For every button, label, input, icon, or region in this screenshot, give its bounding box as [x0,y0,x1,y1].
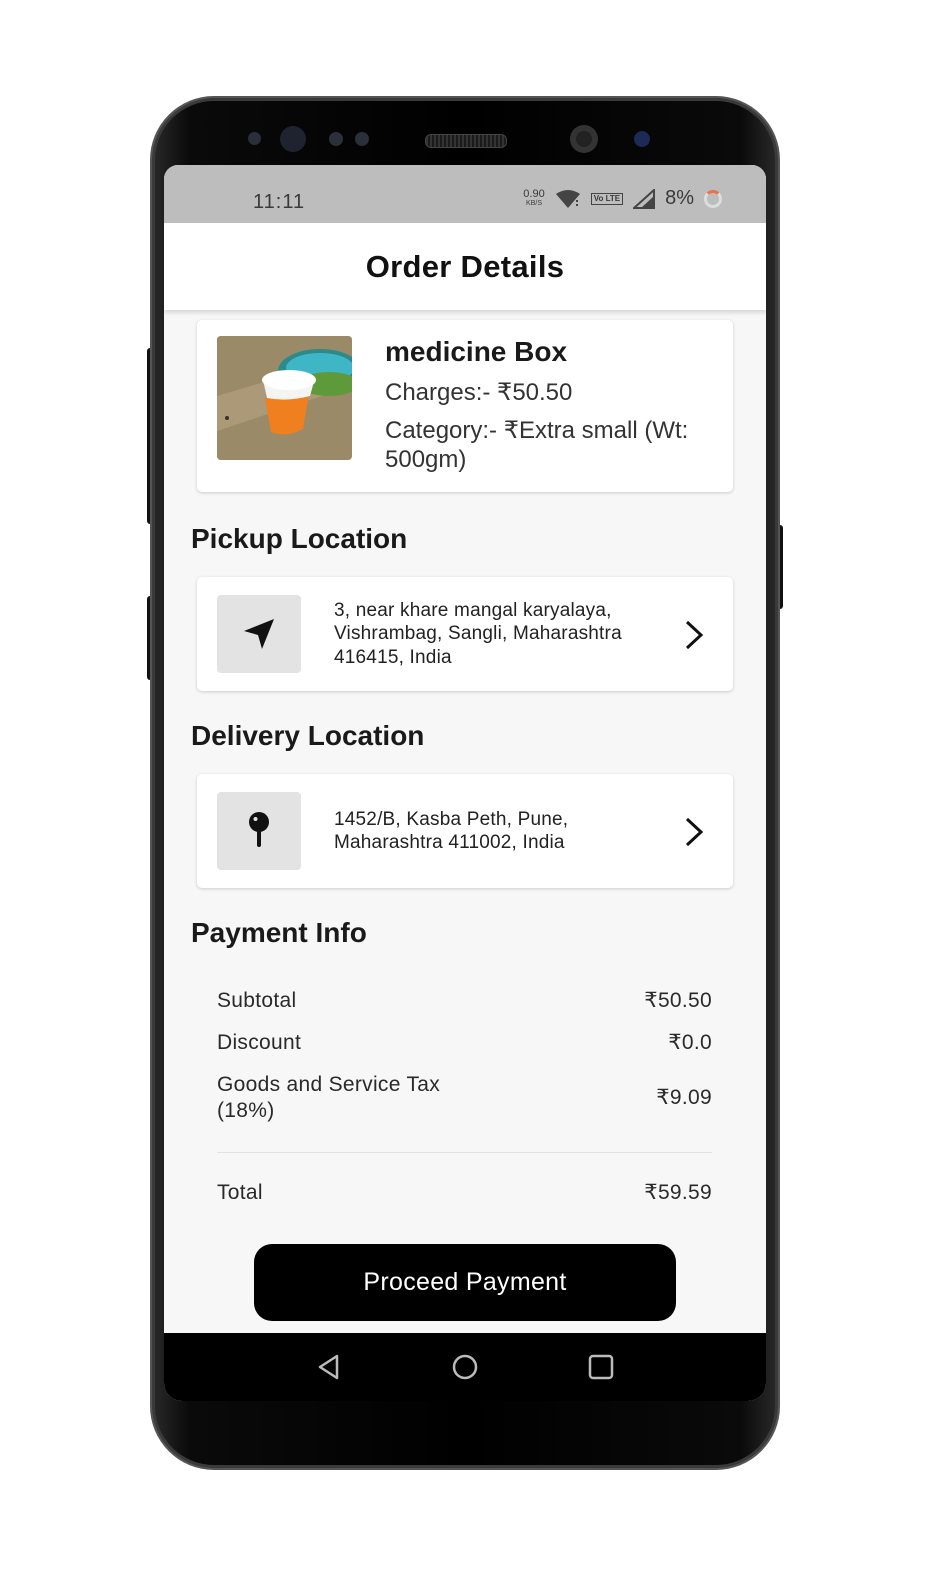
signal-icon [633,188,656,209]
subtotal-label: Subtotal [217,989,297,1012]
subtotal-value: ₹50.50 [644,989,712,1012]
item-category: Category:- ₹Extra small (Wt: 500gm) [385,417,689,473]
volte-icon: Vo LTE [590,192,624,205]
wifi-icon [555,189,580,208]
home-icon[interactable] [451,1353,479,1381]
navigation-arrow-icon [244,619,274,649]
recents-icon[interactable] [587,1353,615,1381]
pickup-address: 3, near khare mangal karyalaya, Vishramb… [334,577,664,691]
network-speed-unit: KB/S [526,199,542,207]
map-pin-icon [249,812,269,847]
delivery-icon-box [217,792,301,870]
pickup-icon-box [217,595,301,673]
status-bar: 11:11 0.90 KB/S Vo LTE 8% [164,165,766,223]
payment-divider [217,1152,712,1153]
chevron-right-icon[interactable] [683,619,705,651]
discount-value: ₹0.0 [668,1031,712,1054]
proceed-payment-button[interactable]: Proceed Payment [254,1244,676,1321]
pickup-location-card[interactable]: 3, near khare mangal karyalaya, Vishramb… [197,577,733,691]
status-icons: 0.90 KB/S Vo LTE 8% [523,187,722,210]
network-speed: 0.90 KB/S [523,187,545,209]
back-icon[interactable] [315,1353,343,1381]
discount-label: Discount [217,1031,302,1054]
chevron-right-icon[interactable] [683,816,705,848]
delivery-location-card[interactable]: 1452/B, Kasba Peth, Pune, Maharashtra 41… [197,774,733,888]
page-title: Order Details [365,248,565,284]
delivery-address-text: 1452/B, Kasba Peth, Pune, Maharashtra 41… [334,808,569,854]
network-speed-value: 0.90 [523,187,545,200]
delivery-address: 1452/B, Kasba Peth, Pune, Maharashtra 41… [334,774,664,888]
payment-section-title: Payment Info [191,917,367,948]
total-value: ₹59.59 [644,1181,712,1204]
item-charges: Charges:- ₹50.50 [385,379,573,406]
tax-value: ₹9.09 [656,1086,712,1109]
pickup-address-text: 3, near khare mangal karyalaya, Vishramb… [334,599,622,668]
battery-percent: 8% [665,187,694,209]
app-header: Order Details [164,223,766,310]
pickup-section-title: Pickup Location [191,523,408,554]
total-label: Total [217,1181,263,1204]
battery-ring-icon [704,189,722,208]
item-card: medicine Box Charges:- ₹50.50 Category:-… [197,320,733,492]
item-name: medicine Box [385,336,568,367]
delivery-section-title: Delivery Location [191,720,425,751]
status-time: 11:11 [253,191,306,213]
system-nav-bar [164,1333,766,1401]
screen: 11:11 0.90 KB/S Vo LTE 8% Order Details [164,165,766,1401]
item-photo [217,336,352,460]
order-content: medicine Box Charges:- ₹50.50 Category:-… [164,310,766,1333]
tax-label: Goods and Service Tax (18%) [217,1073,441,1122]
